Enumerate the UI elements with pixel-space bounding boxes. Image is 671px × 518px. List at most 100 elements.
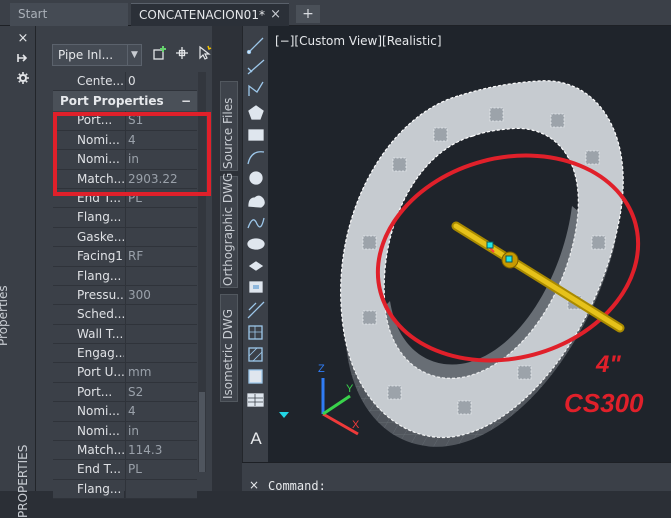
section-port-properties[interactable]: Port Properties − [53,91,197,112]
property-row[interactable]: Cente... 0 [53,72,197,92]
auto-hide-icon[interactable] [14,51,32,67]
annotation-size: 4" [595,351,621,378]
collapse-icon[interactable]: − [181,91,191,111]
project-vertical-tabs: Source Files Orthographic DWG Isometric … [212,26,242,491]
palette-title-properties: Properties [0,285,10,346]
gradient-icon[interactable] [248,369,263,384]
property-value: 0 [125,72,197,91]
object-type-value: Pipe Inl... [58,48,114,62]
hatch-icon[interactable] [247,301,265,319]
table-icon[interactable] [247,393,264,407]
property-value: 4 [125,402,197,421]
tab-document-label: CONCATENACION01* [139,8,265,22]
hatch-pattern-icon[interactable] [248,347,263,362]
grip-handle[interactable] [505,255,513,263]
region-icon[interactable] [248,325,263,340]
point-icon[interactable] [249,281,263,293]
polyline-icon[interactable] [248,81,264,96]
tab-source-files[interactable]: Source Files [220,81,238,171]
toggle-pickadd-icon[interactable] [150,45,170,65]
close-palette-icon[interactable]: × [14,31,32,47]
property-row[interactable]: Pressu... 300 [53,285,197,306]
draw-toolbar: A [242,26,268,466]
drawing-viewport[interactable]: [−][Custom View][Realistic] 4" CS300 Z Y… [268,26,671,462]
property-label: Port... [53,382,124,402]
property-value: 114.3 [125,441,197,460]
property-value: 300 [125,285,197,305]
rectangle-icon[interactable] [248,129,264,141]
annotation-class: CS300 [564,388,644,418]
arc-icon[interactable] [247,151,265,165]
ellipse-icon[interactable] [247,238,265,250]
scrollbar-thumb[interactable] [199,392,205,472]
property-row[interactable]: Flang... [53,479,197,500]
close-icon[interactable]: × [270,4,281,26]
grip-handle[interactable] [486,241,494,249]
new-tab-button[interactable]: + [296,5,320,23]
property-value: RF [125,247,197,266]
property-label: Wall T... [53,324,124,344]
property-row[interactable]: Engag... [53,344,197,364]
object-type-select[interactable]: Pipe Inl... ▼ [52,44,142,66]
circle-icon[interactable] [249,171,263,185]
property-value [125,227,197,247]
property-label: Flang... [53,208,124,227]
construction-line-icon[interactable] [247,59,265,75]
property-row[interactable]: Sched... [53,305,197,325]
property-row[interactable]: Nomi... in [53,421,197,442]
property-row[interactable]: Flang... [53,266,197,286]
property-label: Gaske... [53,227,124,247]
ucs-z-label: Z [318,363,325,375]
property-row[interactable]: End T... PL [53,460,197,480]
tab-isometric-dwg[interactable]: Isometric DWG [220,294,238,402]
property-label: Nomi... [53,402,124,421]
gear-icon[interactable] [14,71,32,87]
property-row[interactable]: Nomi... 4 [53,402,197,422]
properties-palette: Pipe Inl... ▼ Cente... 0 Port Properties… [36,26,214,500]
multiline-text-icon[interactable]: A [250,429,262,448]
tab-document[interactable]: CONCATENACION01* × [131,3,289,26]
property-label: End T... [53,460,124,479]
property-value [125,305,197,324]
property-label: Nomi... [53,421,124,441]
close-icon[interactable]: × [249,478,259,492]
property-label: Match... [53,441,124,460]
property-value [125,479,197,499]
tab-orthographic-label: Orthographic DWG [221,172,235,286]
insert-block-icon[interactable] [248,261,264,271]
property-row[interactable]: Match... 114.3 [53,441,197,461]
palette-title-properties-caps: PROPERTIES [16,444,30,518]
property-row[interactable]: Wall T... [53,324,197,345]
property-value: in [125,421,197,441]
polygon-icon[interactable] [248,105,264,120]
property-label: Cente... [53,72,124,91]
revision-cloud-icon[interactable] [248,195,265,208]
property-value: S2 [125,382,197,402]
quick-select-icon[interactable] [194,45,214,65]
viewport-marker-icon [279,412,289,418]
ucs-y-label: Y [346,383,354,395]
property-row[interactable]: Facing1 RF [53,247,197,267]
line-icon[interactable] [246,37,264,55]
select-objects-icon[interactable] [172,45,192,65]
palette-title-strip: × Properties PROPERTIES [0,26,36,518]
tab-orthographic-dwg[interactable]: Orthographic DWG [220,172,238,288]
property-row[interactable]: Port... S2 [53,382,197,403]
tab-start[interactable]: Start [10,3,128,26]
property-row[interactable]: Port U... mm [53,363,197,383]
tab-source-files-label: Source Files [221,97,235,169]
property-label: Facing1 [53,247,124,266]
property-value: PL [125,460,197,479]
markup-highlight-rectangle [53,112,211,196]
property-label: Engag... [53,344,124,363]
chevron-down-icon: ▼ [127,45,141,65]
property-label: Pressu... [53,285,124,305]
property-value [125,344,197,363]
property-label: Flang... [53,479,124,499]
property-row[interactable]: Gaske... [53,227,197,248]
spline-icon[interactable] [247,217,265,229]
property-label: Flang... [53,266,124,285]
command-line[interactable]: × Command: [242,462,671,493]
property-row[interactable]: Flang... [53,208,197,228]
ucs-x-label: X [352,419,360,431]
